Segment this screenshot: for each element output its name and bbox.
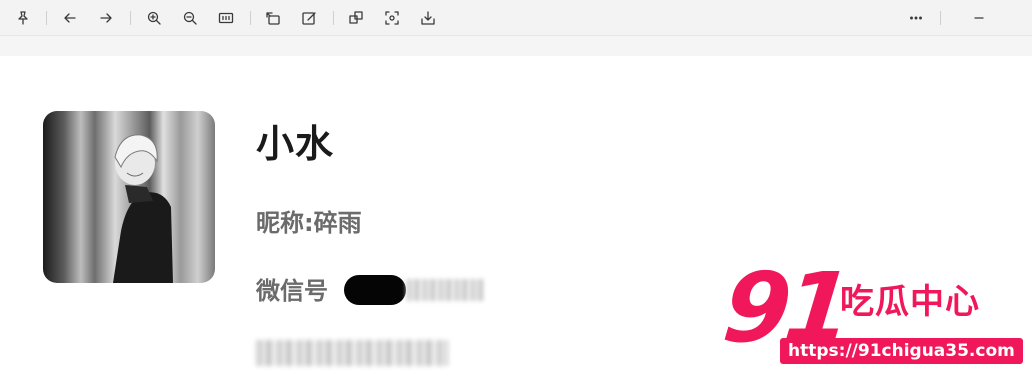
rotate-icon[interactable] (262, 7, 284, 29)
avatar-illustration (113, 134, 173, 283)
toolbar-divider (46, 11, 47, 25)
profile-nickname: 昵称:碎雨 (256, 209, 362, 237)
zoom-in-icon[interactable] (143, 7, 165, 29)
viewer-subbar (0, 36, 1032, 56)
watermark-logo: 91 吃瓜中心 https://91chigua35.com (718, 252, 1024, 378)
toolbar-divider (250, 11, 251, 25)
redaction-mark (344, 275, 406, 305)
blurred-info-line (256, 340, 448, 366)
back-arrow-icon[interactable] (59, 7, 81, 29)
wechat-label: 微信号 (256, 277, 328, 305)
minimize-icon[interactable] (968, 7, 990, 29)
watermark-text: 吃瓜中心 (840, 282, 980, 322)
edit-icon[interactable] (298, 7, 320, 29)
fit-width-icon[interactable] (215, 7, 237, 29)
image-viewer-toolbar (0, 0, 1032, 36)
blurred-wechat-id (406, 279, 484, 301)
more-icon[interactable] (905, 7, 927, 29)
toolbar-divider (130, 11, 131, 25)
toolbar-divider (940, 11, 941, 25)
forward-arrow-icon[interactable] (95, 7, 117, 29)
watermark-url: https://91chigua35.com (780, 338, 1023, 364)
toolbar-divider (333, 11, 334, 25)
avatar (43, 111, 215, 283)
zoom-out-icon[interactable] (179, 7, 201, 29)
copy-icon[interactable] (345, 7, 367, 29)
pin-icon[interactable] (12, 7, 34, 29)
crop-icon[interactable] (381, 7, 403, 29)
profile-name: 小水 (256, 122, 335, 166)
save-icon[interactable] (417, 7, 439, 29)
